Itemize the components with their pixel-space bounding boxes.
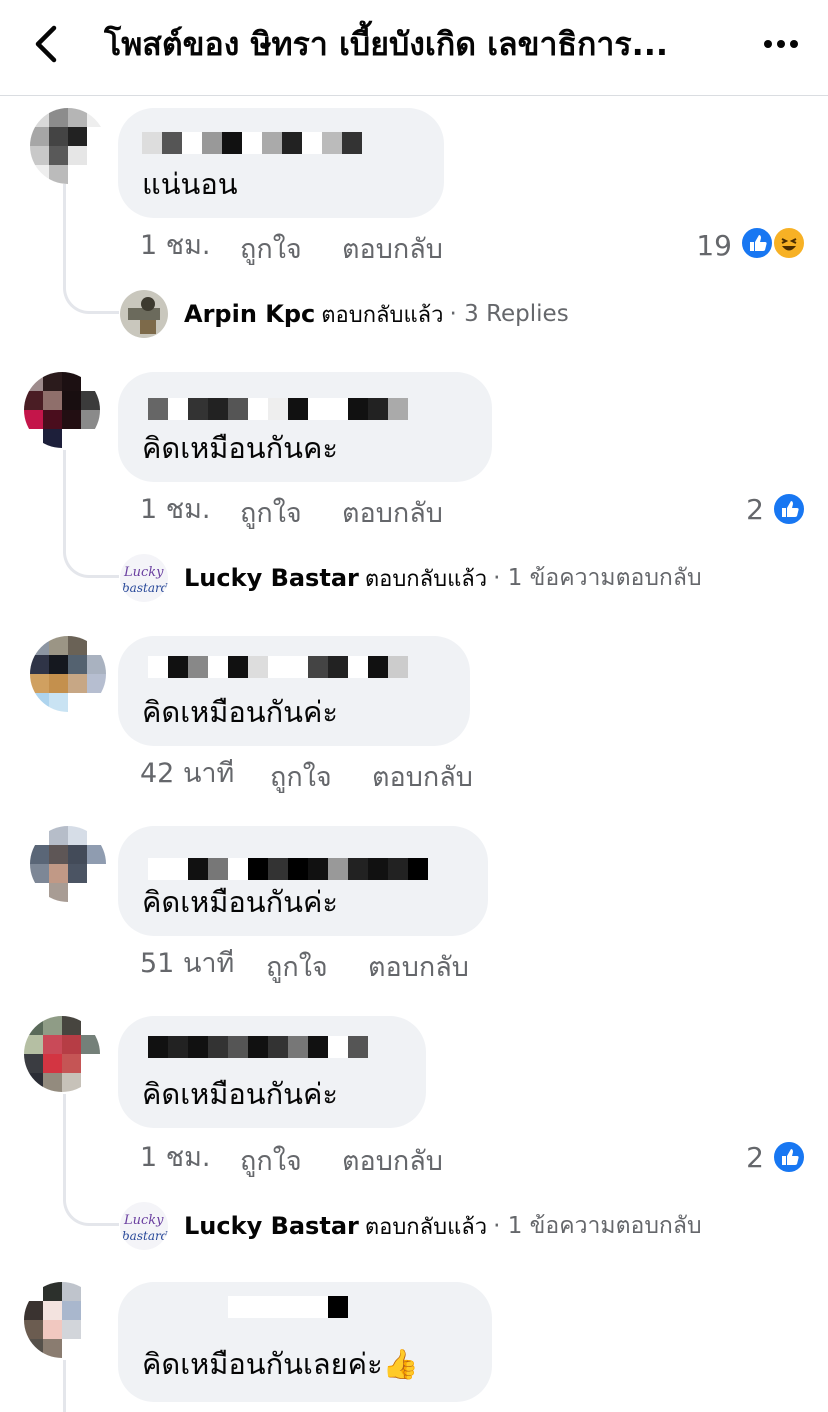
reply-button[interactable]: ตอบกลับ [372,758,473,798]
like-button[interactable]: ถูกใจ [240,1142,302,1182]
svg-text:Lucky: Lucky [123,1213,164,1228]
reply-author-name: Lucky Bastar [184,1212,359,1240]
thread-connector [63,1182,119,1226]
comment-meta: 1 ชม. ถูกใจ ตอบกลับ [140,494,540,534]
avatar[interactable] [30,108,106,184]
reply-button[interactable]: ตอบกลับ [342,494,443,534]
like-reaction-icon [772,492,806,526]
like-button[interactable]: ถูกใจ [240,494,302,534]
timestamp: 1 ชม. [140,230,211,261]
comment-bubble[interactable]: คิดเหมือนกันค่ะ [118,636,470,746]
avatar[interactable] [24,1016,100,1092]
svg-text:Lucky: Lucky [123,565,164,580]
comment-meta: 51 นาที ถูกใจ ตอบกลับ [140,948,540,988]
like-button[interactable]: ถูกใจ [270,758,332,798]
reply-verb: ตอบกลับแล้ว [321,302,444,328]
reaction-count[interactable]: 19 [680,226,732,266]
comment-bubble[interactable]: คิดเหมือนกันคะ [118,372,492,482]
chevron-left-icon [35,25,57,63]
back-button[interactable] [28,20,68,68]
more-options-button[interactable] [758,24,806,64]
comment-text: คิดเหมือนกันค่ะ [142,885,338,919]
thread-line [63,1094,66,1188]
comment-meta: 1 ชม. ถูกใจ ตอบกลับ [140,1142,540,1182]
thread-line [63,450,66,540]
reply-avatar [120,290,168,338]
avatar[interactable] [24,372,100,448]
redacted-name [148,858,428,882]
top-bar: โพสต์ของ ษิทรา เบี้ยบังเกิด เลขาธิการ... [0,0,828,96]
haha-reaction-icon [772,226,806,260]
thread-line [63,184,66,274]
redacted-name [148,1036,368,1060]
comment-text: คิดเหมือนกันค่ะ [142,695,338,729]
reply-button[interactable]: ตอบกลับ [342,230,443,270]
redacted-name [228,1296,348,1320]
comment-bubble[interactable]: คิดเหมือนกันค่ะ [118,1016,426,1128]
reply-avatar: Lucky bastard [120,554,168,602]
svg-text:bastard: bastard [122,581,168,595]
timestamp: 42 นาที [140,758,235,789]
thread-line [63,1360,66,1412]
comment-text: คิดเหมือนกันค่ะ [142,1077,338,1111]
timestamp: 51 นาที [140,948,235,979]
reply-button[interactable]: ตอบกลับ [342,1142,443,1182]
comment-meta: 1 ชม. ถูกใจ ตอบกลับ [140,230,540,270]
reaction-count[interactable]: 2 [710,490,764,530]
like-reaction-icon [772,1140,806,1174]
comment-bubble[interactable]: คิดเหมือนกันเลยค่ะ👍 [118,1282,492,1402]
avatar[interactable] [24,1282,100,1358]
like-button[interactable]: ถูกใจ [266,948,328,988]
reply-count: · 1 ข้อความตอบกลับ [493,1213,702,1239]
reply-preview[interactable]: Lucky bastard Lucky Bastar ตอบกลับแล้ว · … [120,1202,702,1250]
reply-author-name: Lucky Bastar [184,564,359,592]
comment-bubble[interactable]: คิดเหมือนกันค่ะ [118,826,488,936]
reaction-count[interactable]: 2 [710,1138,764,1178]
comment-text: คิดเหมือนกันเลยค่ะ👍 [142,1347,419,1381]
like-reaction-icon [740,226,774,260]
reply-author-name: Arpin Kpc [184,300,316,328]
redacted-name [148,656,408,680]
reply-preview[interactable]: Arpin Kpc ตอบกลับแล้ว · 3 Replies [120,290,569,338]
more-dots-icon [764,40,798,48]
thread-connector [63,270,119,314]
reply-preview[interactable]: Lucky bastard Lucky Bastar ตอบกลับแล้ว · … [120,554,702,602]
like-button[interactable]: ถูกใจ [240,230,302,270]
page-title: โพสต์ของ ษิทรา เบี้ยบังเกิด เลขาธิการ... [104,25,669,63]
reply-verb: ตอบกลับแล้ว [364,566,488,592]
redacted-name [148,398,408,422]
reply-avatar: Lucky bastard [120,1202,168,1250]
reply-button[interactable]: ตอบกลับ [368,948,469,988]
svg-text:bastard: bastard [122,1229,168,1243]
comment-meta: 42 นาที ถูกใจ ตอบกลับ [140,758,540,798]
reply-count: · 1 ข้อความตอบกลับ [493,565,702,591]
redacted-name [142,132,362,156]
comment-text: แน่นอน [142,167,238,201]
avatar[interactable] [30,826,106,902]
thread-connector [63,534,119,578]
reply-verb: ตอบกลับแล้ว [364,1214,488,1240]
reply-count: · 3 Replies [449,301,569,327]
avatar[interactable] [30,636,106,712]
comment-text: คิดเหมือนกันคะ [142,431,338,465]
comment-bubble[interactable]: แน่นอน [118,108,444,218]
timestamp: 1 ชม. [140,494,211,525]
timestamp: 1 ชม. [140,1142,211,1173]
